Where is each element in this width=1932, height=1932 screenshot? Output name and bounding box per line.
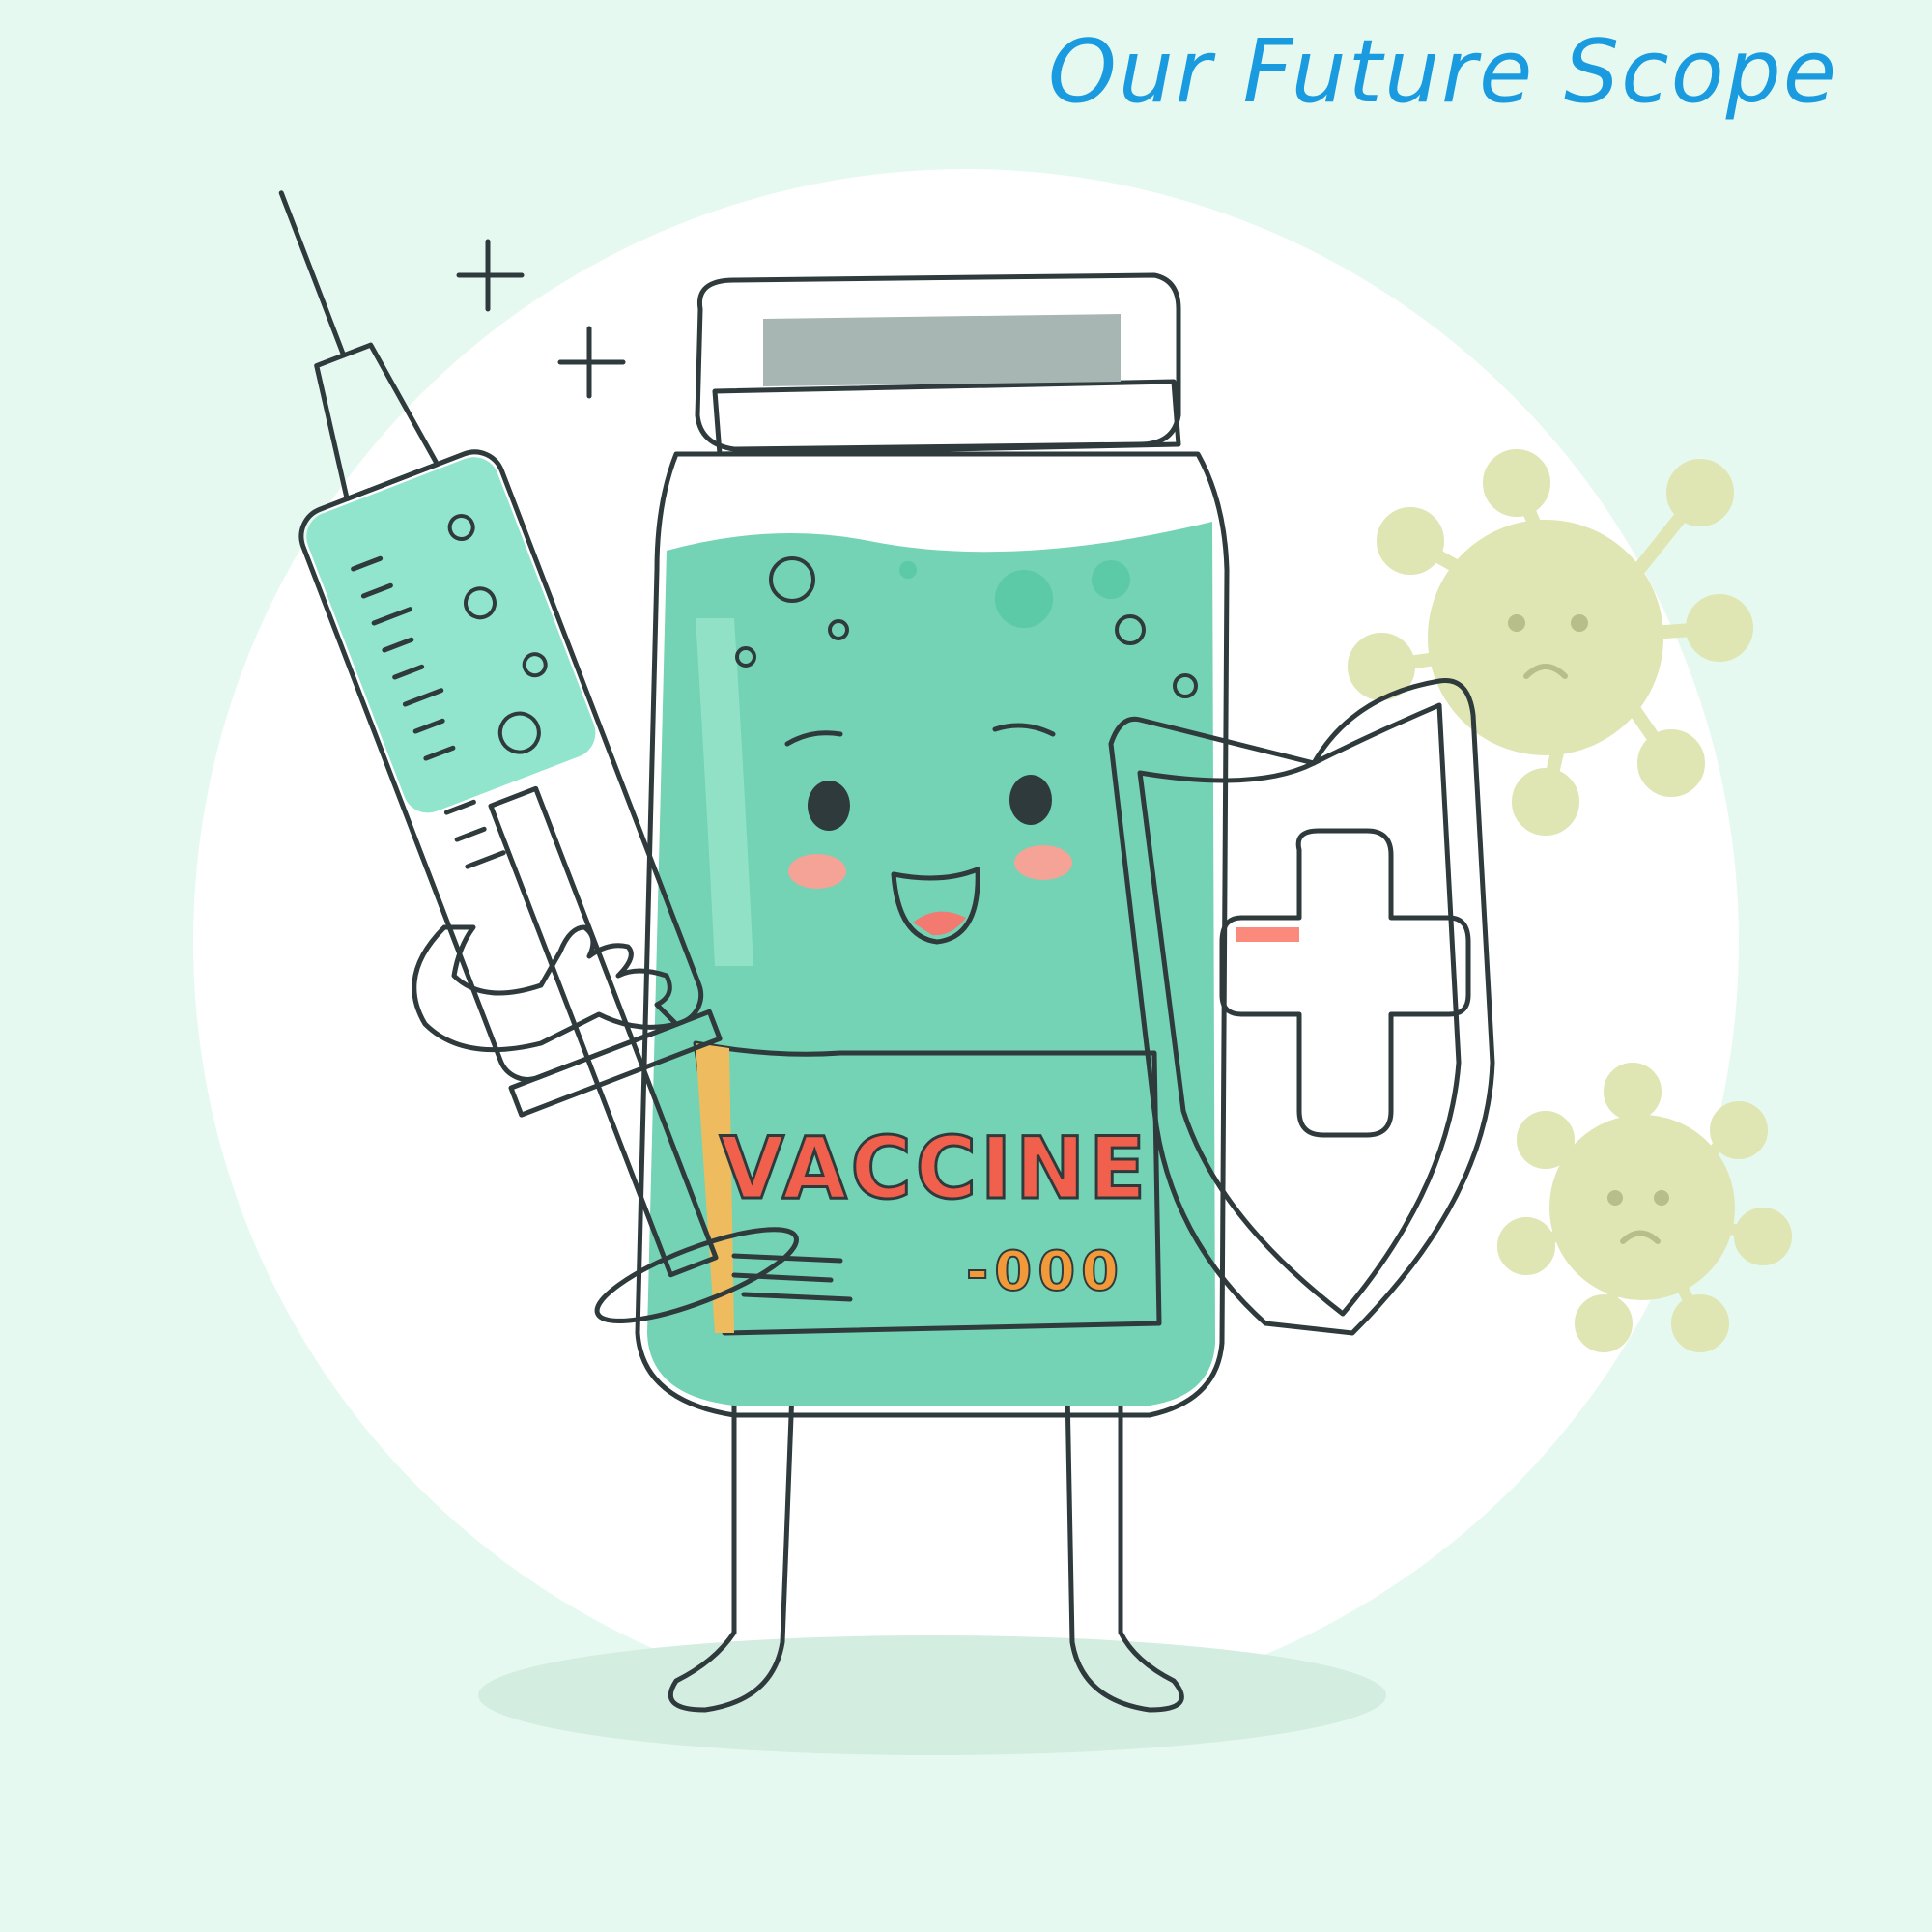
vaccine-vial-character-icon [635, 272, 1230, 1418]
vial-code-text: -000 [966, 1240, 1124, 1303]
vial-label-text: VACCINE [720, 1119, 1150, 1218]
ground-shadow [478, 1635, 1386, 1755]
vaccine-illustration: VACCINE -000 [193, 169, 1792, 1755]
illustration-canvas: Our Future Scope VACCINE -000 [0, 0, 1932, 1932]
